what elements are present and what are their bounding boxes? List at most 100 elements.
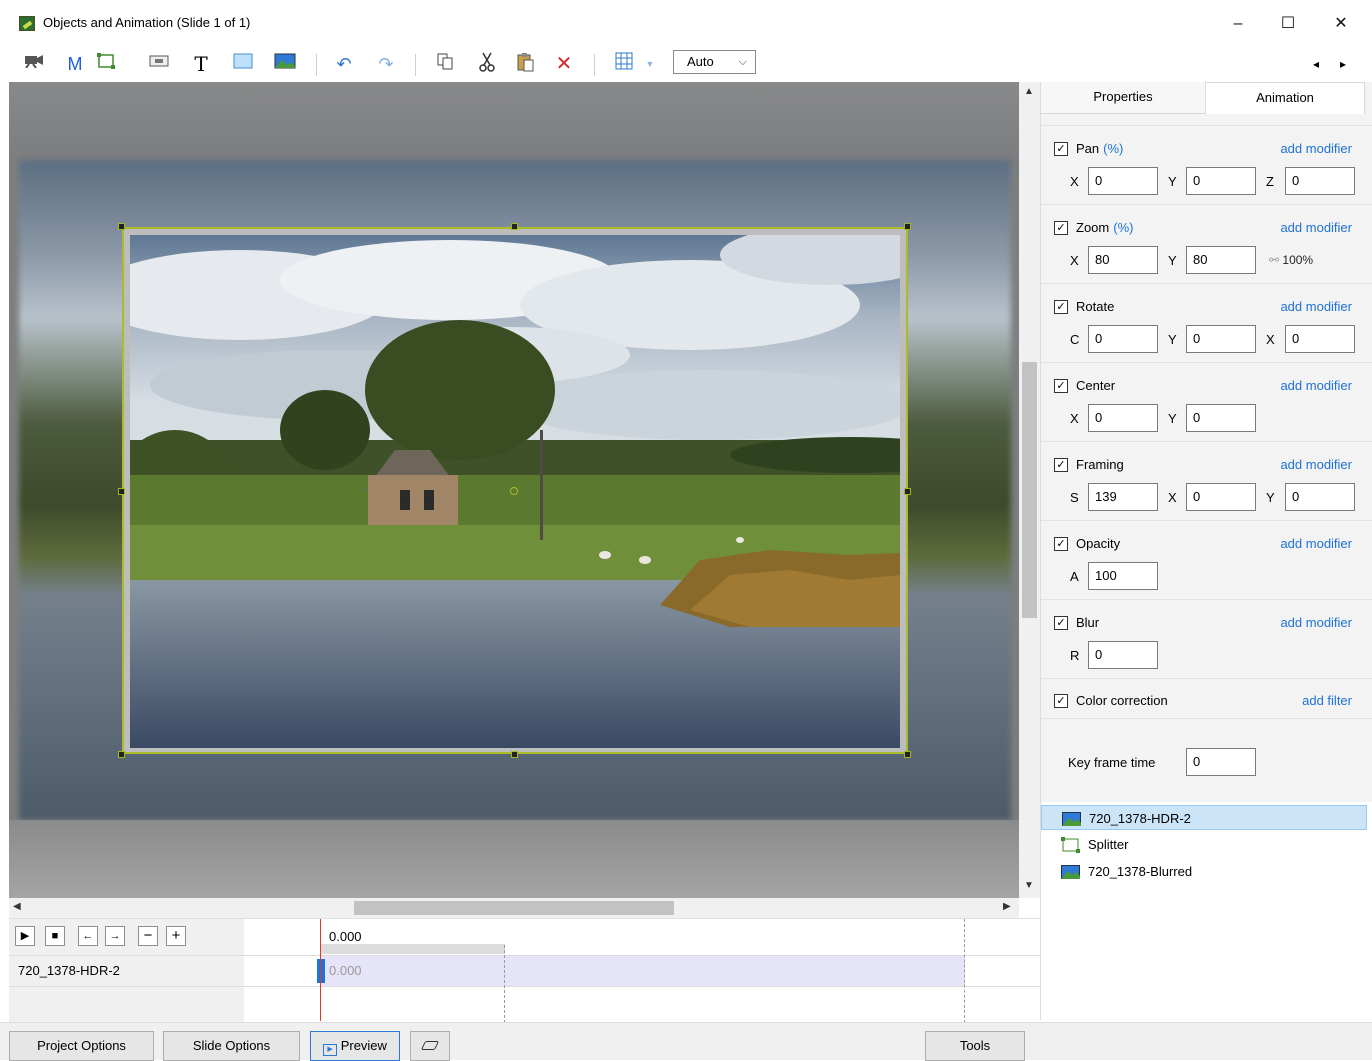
keyframe-marker[interactable] — [317, 959, 325, 983]
scroll-up-icon[interactable]: ▲ — [1024, 86, 1034, 97]
close-button[interactable]: ✕ — [1318, 10, 1364, 38]
button-icon[interactable] — [146, 52, 172, 76]
camera-icon[interactable] — [21, 52, 47, 76]
track-bar[interactable] — [320, 956, 965, 986]
frame-icon[interactable] — [93, 52, 119, 76]
pan-y-field[interactable]: 0 — [1186, 167, 1256, 195]
blur-r-field[interactable]: 0 — [1088, 641, 1158, 669]
minimize-button[interactable]: – — [1215, 10, 1261, 38]
rotate-y-field[interactable]: 0 — [1186, 325, 1256, 353]
zoom-checkbox[interactable]: ✓ — [1054, 221, 1068, 235]
rotate-label: Rotate — [1076, 299, 1115, 314]
pan-checkbox[interactable]: ✓ — [1054, 142, 1068, 156]
opacity-checkbox[interactable]: ✓ — [1054, 537, 1068, 551]
playhead[interactable] — [320, 919, 321, 1021]
zoom-label: Zoom — [1076, 220, 1110, 235]
opacity-a-field[interactable]: 100 — [1088, 562, 1158, 590]
object-list: 720_1378-HDR-2 Splitter 720_1378-Blurred — [1040, 802, 1372, 1020]
color-correction-checkbox[interactable]: ✓ — [1054, 694, 1068, 708]
resize-handle-e[interactable] — [904, 488, 911, 495]
track-time: 0.000 — [329, 963, 362, 978]
rectangle-icon[interactable] — [230, 52, 256, 76]
horizontal-scroll-thumb[interactable] — [354, 901, 674, 915]
zoom-link-toggle[interactable]: ⚯ 100% — [1269, 253, 1313, 267]
pan-z-field[interactable]: 0 — [1285, 167, 1355, 195]
framing-y-field[interactable]: 0 — [1285, 483, 1355, 511]
scroll-down-icon[interactable]: ▼ — [1024, 880, 1034, 891]
undo-icon[interactable]: ↶ — [331, 52, 357, 76]
vertical-scroll-thumb[interactable] — [1022, 362, 1037, 618]
framing-add-modifier-link[interactable]: add modifier — [1280, 457, 1352, 472]
play-button[interactable]: ▶ — [15, 926, 35, 946]
pan-y-label: Y — [1168, 174, 1177, 189]
eraser-button[interactable] — [410, 1031, 450, 1061]
rotate-add-modifier-link[interactable]: add modifier — [1280, 299, 1352, 314]
add-filter-link[interactable]: add filter — [1302, 693, 1352, 708]
tab-properties[interactable]: Properties — [1041, 82, 1205, 114]
center-checkbox[interactable]: ✓ — [1054, 379, 1068, 393]
timeline[interactable]: ▶ ■ ← → − + 0.000 720_1378-HDR-2 0.000 — [9, 918, 1040, 1023]
rotate-checkbox[interactable]: ✓ — [1054, 300, 1068, 314]
horizontal-scrollbar[interactable]: ◀ ▶ — [9, 898, 1019, 918]
zoom-select[interactable]: Auto ⌵ — [673, 50, 756, 74]
nav-prev-icon[interactable]: ◂ — [1306, 52, 1326, 76]
zoom-x-field[interactable]: 80 — [1088, 246, 1158, 274]
image-icon[interactable] — [272, 52, 298, 76]
chain-link-icon: ⚯ — [1269, 253, 1280, 267]
blur-add-modifier-link[interactable]: add modifier — [1280, 615, 1352, 630]
delete-icon[interactable]: ✕ — [551, 52, 577, 76]
resize-handle-se[interactable] — [904, 751, 911, 758]
center-point-handle[interactable] — [510, 487, 518, 495]
tools-button[interactable]: Tools — [925, 1031, 1025, 1061]
list-item-object-1[interactable]: 720_1378-HDR-2 — [1041, 805, 1367, 830]
keyframe-time-field[interactable]: 0 — [1186, 748, 1256, 776]
resize-handle-w[interactable] — [118, 488, 125, 495]
mask-icon[interactable]: M — [62, 52, 88, 76]
framing-s-field[interactable]: 139 — [1088, 483, 1158, 511]
grid-dropdown-icon[interactable]: ▼ — [642, 52, 658, 76]
step-back-button[interactable]: ← — [78, 926, 98, 946]
center-y-field[interactable]: 0 — [1186, 404, 1256, 432]
tab-animation[interactable]: Animation — [1205, 82, 1365, 114]
resize-handle-nw[interactable] — [118, 223, 125, 230]
paste-icon[interactable] — [512, 52, 538, 76]
center-x-label: X — [1070, 411, 1079, 426]
zoom-in-timeline-button[interactable]: + — [166, 926, 186, 946]
slide-canvas[interactable] — [9, 82, 1019, 898]
list-item-object-2[interactable]: Splitter — [1041, 832, 1367, 857]
copy-icon[interactable] — [432, 52, 458, 76]
slide-options-button[interactable]: Slide Options — [163, 1031, 300, 1061]
zoom-y-field[interactable]: 80 — [1186, 246, 1256, 274]
text-icon[interactable]: T — [188, 52, 214, 76]
pan-x-field[interactable]: 0 — [1088, 167, 1158, 195]
blur-checkbox[interactable]: ✓ — [1054, 616, 1068, 630]
center-x-field[interactable]: 0 — [1088, 404, 1158, 432]
list-item-object-3[interactable]: 720_1378-Blurred — [1041, 859, 1367, 884]
opacity-add-modifier-link[interactable]: add modifier — [1280, 536, 1352, 551]
pan-add-modifier-link[interactable]: add modifier — [1280, 141, 1352, 156]
maximize-button[interactable]: ☐ — [1265, 10, 1311, 38]
rotate-x-field[interactable]: 0 — [1285, 325, 1355, 353]
resize-handle-s[interactable] — [511, 751, 518, 758]
scroll-right-icon[interactable]: ▶ — [1003, 901, 1011, 912]
cut-icon[interactable] — [474, 52, 500, 76]
scroll-left-icon[interactable]: ◀ — [13, 901, 21, 912]
vertical-scrollbar[interactable]: ▲ ▼ — [1019, 82, 1040, 898]
project-options-button[interactable]: Project Options — [9, 1031, 154, 1061]
rotate-c-field[interactable]: 0 — [1088, 325, 1158, 353]
zoom-group: ✓ Zoom (%) add modifier X 80 Y 80 ⚯ 100% — [1041, 204, 1372, 283]
nav-next-icon[interactable]: ▸ — [1333, 52, 1353, 76]
resize-handle-n[interactable] — [511, 223, 518, 230]
redo-icon[interactable]: ↷ — [373, 52, 399, 76]
zoom-out-timeline-button[interactable]: − — [138, 926, 158, 946]
resize-handle-sw[interactable] — [118, 751, 125, 758]
step-forward-button[interactable]: → — [105, 926, 125, 946]
framing-x-field[interactable]: 0 — [1186, 483, 1256, 511]
zoom-add-modifier-link[interactable]: add modifier — [1280, 220, 1352, 235]
stop-button[interactable]: ■ — [45, 926, 65, 946]
framing-checkbox[interactable]: ✓ — [1054, 458, 1068, 472]
resize-handle-ne[interactable] — [904, 223, 911, 230]
preview-button[interactable]: ▶ Preview — [310, 1031, 400, 1061]
center-add-modifier-link[interactable]: add modifier — [1280, 378, 1352, 393]
grid-icon[interactable] — [611, 52, 637, 76]
